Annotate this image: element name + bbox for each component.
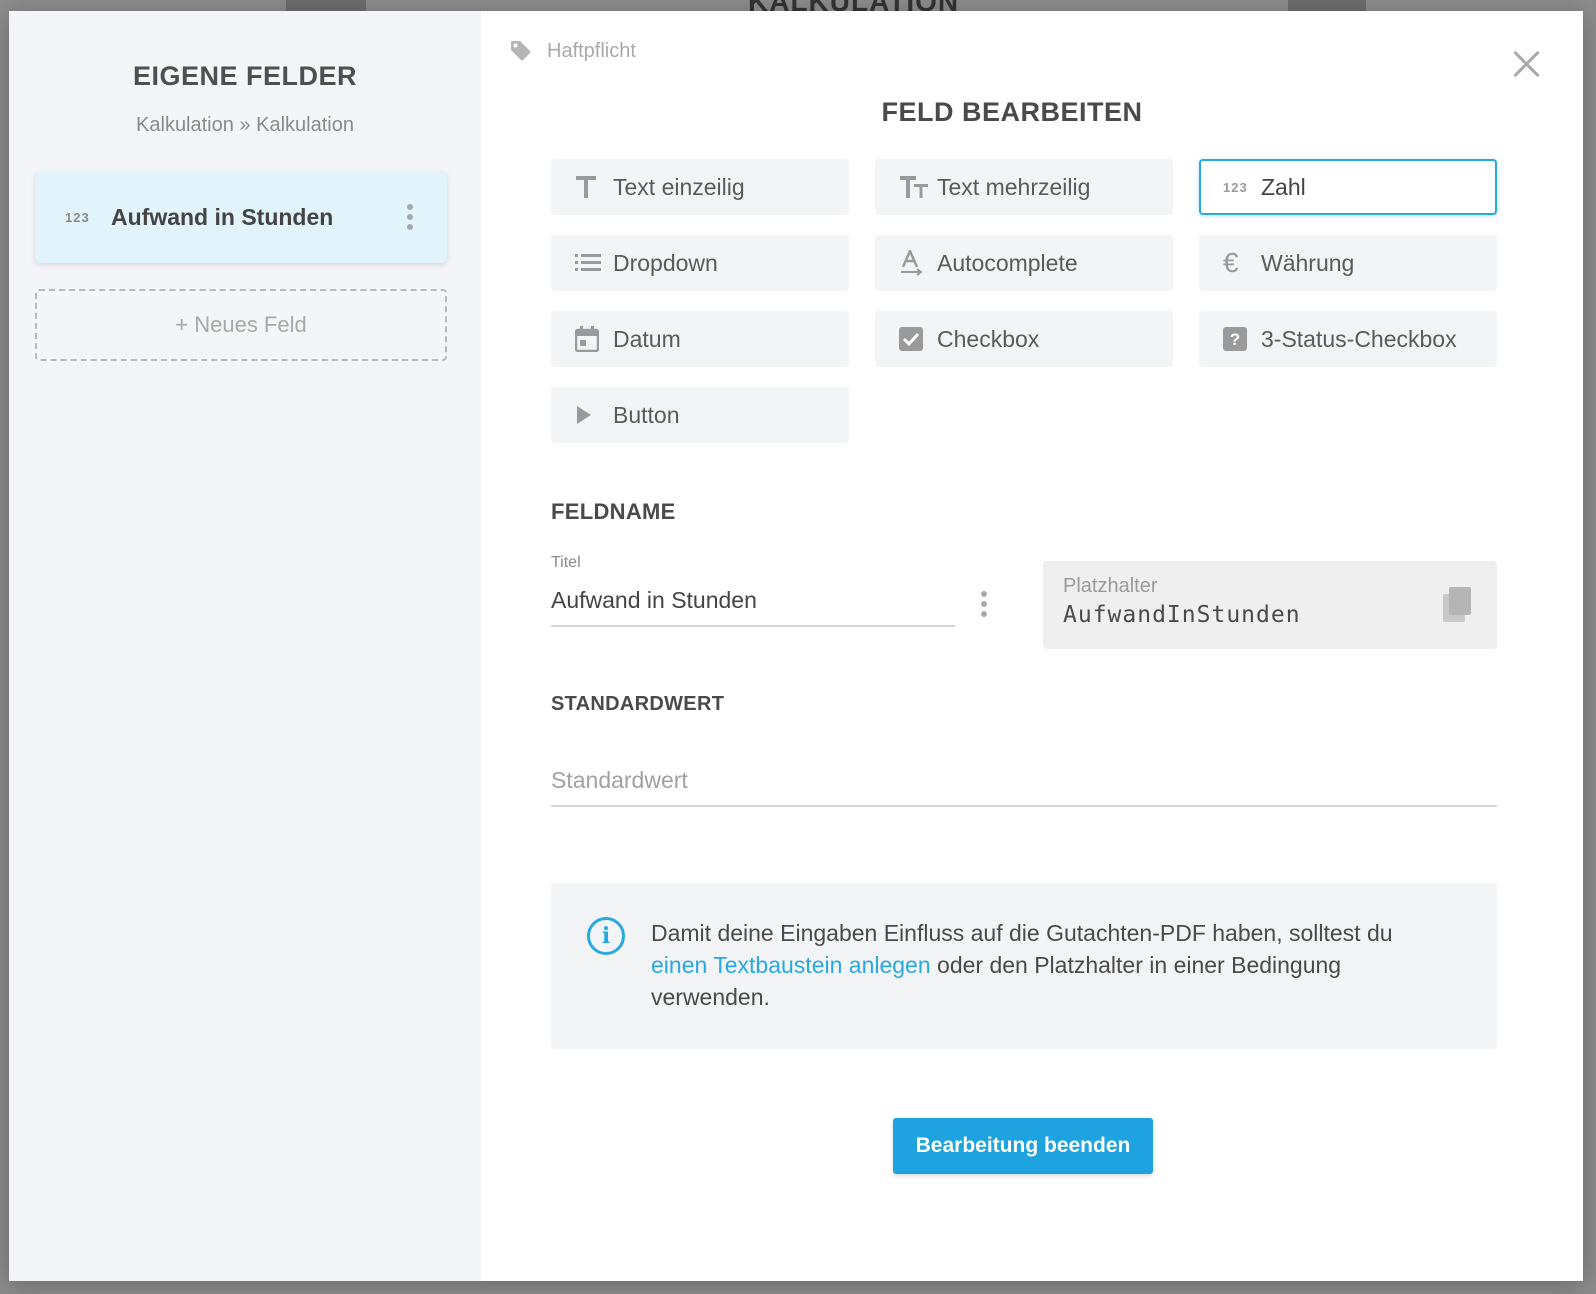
checkbox-icon	[899, 327, 937, 351]
placeholder-value: AufwandInStunden	[1063, 602, 1301, 628]
type-label: Währung	[1261, 249, 1355, 276]
type-label: Zahl	[1261, 173, 1306, 200]
type-label: 3-Status-Checkbox	[1261, 325, 1457, 352]
tristate-checkbox-icon: ?	[1223, 327, 1261, 351]
info-icon: i	[587, 917, 625, 955]
type-label: Text mehrzeilig	[937, 173, 1091, 200]
field-type-grid: Text einzeilig Text mehrzeilig 123 Zahl …	[551, 159, 1499, 443]
type-autocomplete-button[interactable]: Autocomplete	[875, 235, 1173, 291]
breadcrumb: Kalkulation » Kalkulation	[136, 114, 354, 136]
default-heading: STANDARDWERT	[551, 693, 725, 715]
page-title: FELD BEARBEITEN	[881, 97, 1143, 127]
calendar-icon	[575, 326, 613, 352]
type-tristate-checkbox-button[interactable]: ? 3-Status-Checkbox	[1199, 311, 1497, 367]
sidebar-title: EIGENE FELDER	[132, 61, 358, 91]
main-panel: Haftpflicht FELD BEARBEITEN Text einzeil…	[481, 11, 1583, 1281]
tag-label: Haftpflicht	[547, 39, 636, 62]
default-value-input[interactable]: Standardwert	[551, 759, 1497, 807]
type-date-button[interactable]: Datum	[551, 311, 849, 367]
euro-icon: €	[1223, 247, 1239, 278]
sidebar: EIGENE FELDER Kalkulation » Kalkulation …	[9, 11, 481, 1281]
close-icon[interactable]	[1509, 47, 1543, 81]
field-card-aufwand[interactable]: 123 Aufwand in Stunden	[35, 171, 447, 263]
type-label: Autocomplete	[937, 249, 1078, 276]
title-input[interactable]: Aufwand in Stunden	[551, 583, 955, 627]
new-field-button[interactable]: + Neues Feld	[35, 289, 447, 361]
title-menu-icon[interactable]	[981, 591, 987, 617]
text-multi-icon	[899, 175, 937, 199]
type-currency-button[interactable]: € Währung	[1199, 235, 1497, 291]
textbaustein-link[interactable]: einen Textbaustein anlegen	[651, 952, 931, 978]
copy-icon[interactable]	[1443, 587, 1473, 623]
type-label: Text einzeilig	[613, 173, 745, 200]
info-text: Damit deine Eingaben Einfluss auf die Gu…	[651, 920, 1393, 1010]
type-checkbox-button[interactable]: Checkbox	[875, 311, 1173, 367]
text-single-icon	[575, 175, 613, 199]
type-label: Button	[613, 401, 680, 428]
type-dropdown-button[interactable]: Dropdown	[551, 235, 849, 291]
play-icon	[575, 405, 613, 425]
type-number-button[interactable]: 123 Zahl	[1199, 159, 1497, 215]
list-icon	[575, 254, 613, 272]
field-menu-icon[interactable]	[407, 204, 413, 230]
title-label: Titel	[551, 554, 581, 571]
info-box: i Damit deine Eingaben Einfluss auf die …	[551, 883, 1497, 1049]
type-text-single-button[interactable]: Text einzeilig	[551, 159, 849, 215]
svg-text:?: ?	[1230, 330, 1240, 349]
autocomplete-icon	[899, 250, 937, 276]
number-icon: 123	[1223, 179, 1248, 195]
type-label: Datum	[613, 325, 681, 352]
tag-row: Haftpflicht	[509, 39, 636, 63]
placeholder-box: Platzhalter AufwandInStunden	[1043, 561, 1497, 649]
type-label: Checkbox	[937, 325, 1040, 352]
type-text-multi-button[interactable]: Text mehrzeilig	[875, 159, 1173, 215]
edit-field-modal: EIGENE FELDER Kalkulation » Kalkulation …	[9, 11, 1583, 1281]
field-card-label: Aufwand in Stunden	[111, 203, 334, 230]
tag-icon	[511, 41, 531, 61]
type-button-button[interactable]: Button	[551, 387, 849, 443]
placeholder-label: Platzhalter	[1063, 575, 1158, 597]
number-icon: 123	[65, 209, 90, 225]
finish-editing-button[interactable]: Bearbeitung beenden	[893, 1118, 1153, 1174]
type-label: Dropdown	[613, 249, 718, 276]
fieldname-heading: FELDNAME	[551, 499, 676, 524]
